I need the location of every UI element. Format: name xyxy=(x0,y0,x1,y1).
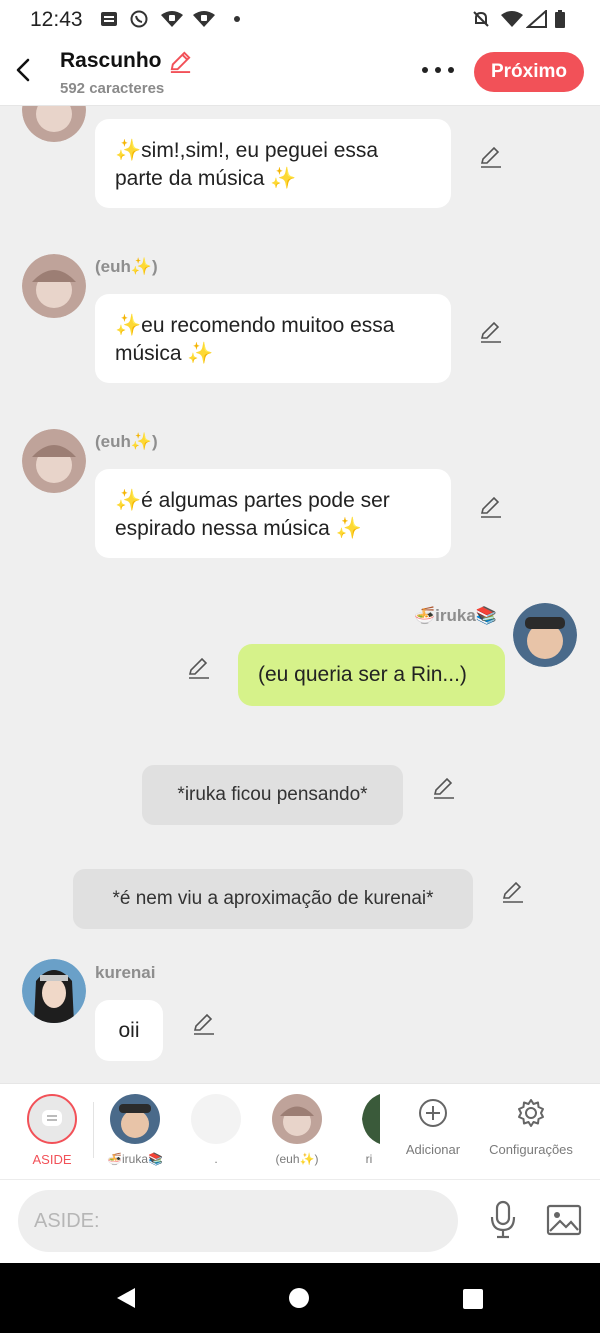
character-ri[interactable]: ri xyxy=(358,1084,380,1180)
edit-message-pencil-icon[interactable] xyxy=(478,494,504,520)
battery-icon xyxy=(555,10,565,28)
more-options-icon[interactable] xyxy=(420,60,456,80)
status-time: 12:43 xyxy=(30,8,83,31)
mute-icon xyxy=(473,11,489,27)
dot-icon xyxy=(234,16,240,22)
avatar-iruka-small xyxy=(110,1094,160,1144)
nav-home-icon[interactable] xyxy=(288,1287,310,1309)
avatar-iruka[interactable] xyxy=(513,603,577,667)
signal-icon xyxy=(526,10,547,28)
character-label: . xyxy=(214,1152,218,1166)
add-character-button[interactable]: Adicionar xyxy=(398,1084,468,1180)
status-bar: 12:43 xyxy=(0,0,600,40)
character-iruka[interactable]: 🍜iruka📚 xyxy=(100,1084,170,1180)
draft-title: Rascunho xyxy=(60,49,162,72)
edit-message-pencil-icon[interactable] xyxy=(478,144,504,170)
nav-back-icon[interactable] xyxy=(114,1286,138,1310)
gear-icon xyxy=(518,1099,544,1127)
wifi-icon xyxy=(501,11,523,27)
character-label: ri xyxy=(365,1152,373,1166)
sender-name: 🍜iruka📚 xyxy=(414,606,497,625)
edit-message-pencil-icon[interactable] xyxy=(500,879,526,905)
avatar-euh[interactable] xyxy=(22,254,86,318)
message-icon xyxy=(101,12,117,26)
narration-bubble[interactable]: *é nem viu a aproximação de kurenai* xyxy=(73,869,473,929)
message-text: (eu queria ser a Rin...) xyxy=(258,663,467,686)
avatar-kurenai[interactable] xyxy=(22,959,86,1023)
character-count: 592 caracteres xyxy=(60,80,165,97)
message-text-line: ✨eu recomendo muitoo essa xyxy=(115,314,395,337)
aside-tab[interactable]: ASIDE xyxy=(22,1084,82,1180)
message-text-line: ✨sim!,sim!, eu peguei essa xyxy=(115,139,379,162)
character-euh[interactable]: (euh✨) xyxy=(262,1084,332,1180)
message-text: oii xyxy=(118,1019,140,1042)
aside-icon-ring xyxy=(27,1094,77,1144)
message-bubble[interactable]: ✨eu recomendo muitoo essa música ✨ xyxy=(95,294,451,383)
sender-name: (euh✨) xyxy=(95,257,158,276)
whatsapp-icon xyxy=(130,10,148,28)
top-app-bar: Rascunho 592 caracteres Próximo xyxy=(0,40,600,106)
vpn-wifi-icon-2 xyxy=(193,11,215,27)
system-navigation-bar xyxy=(0,1263,600,1333)
message-bubble[interactable]: ✨é algumas partes pode ser espirado ness… xyxy=(95,469,451,558)
character-blank[interactable]: . xyxy=(186,1084,246,1180)
message-text-line: espirado nessa música ✨ xyxy=(115,517,362,540)
edit-title-pencil-icon[interactable] xyxy=(168,49,193,74)
message-bubble[interactable]: ✨sim!,sim!, eu peguei essa parte da músi… xyxy=(95,119,451,208)
message-bubble[interactable]: oii xyxy=(95,1000,163,1061)
avatar-empty xyxy=(191,1094,241,1144)
edit-message-pencil-icon[interactable] xyxy=(431,775,457,801)
narration-bubble[interactable]: *iruka ficou pensando* xyxy=(142,765,403,825)
next-button[interactable]: Próximo xyxy=(474,52,584,92)
settings-label: Configurações xyxy=(489,1142,573,1157)
vpn-wifi-icon xyxy=(161,11,183,27)
avatar-euh-small xyxy=(272,1094,322,1144)
add-label: Adicionar xyxy=(405,1142,461,1157)
aside-label: ASIDE xyxy=(32,1152,72,1167)
aside-bubble-icon xyxy=(42,1110,62,1126)
character-label: 🍜iruka📚 xyxy=(107,1152,163,1166)
sender-name: (euh✨) xyxy=(95,432,158,451)
message-text-line: parte da música ✨ xyxy=(115,167,297,190)
edit-message-pencil-icon[interactable] xyxy=(191,1011,217,1037)
character-selector: ASIDE 🍜iruka📚 . (euh✨) ri Adicionar Conf… xyxy=(0,1083,600,1179)
message-composer xyxy=(0,1179,600,1263)
character-label: (euh✨) xyxy=(275,1152,319,1166)
edit-message-pencil-icon[interactable] xyxy=(478,319,504,345)
message-input[interactable] xyxy=(18,1190,458,1252)
avatar-euh[interactable] xyxy=(22,106,86,142)
image-icon[interactable] xyxy=(546,1204,582,1236)
divider xyxy=(93,1102,94,1158)
nav-recents-icon[interactable] xyxy=(462,1288,484,1310)
microphone-icon[interactable] xyxy=(488,1200,518,1240)
settings-button[interactable]: Configurações xyxy=(482,1084,580,1180)
chat-area: ✨sim!,sim!, eu peguei essa parte da músi… xyxy=(0,106,600,1083)
edit-message-pencil-icon[interactable] xyxy=(186,655,212,681)
message-text-line: música ✨ xyxy=(115,342,214,365)
back-arrow-icon[interactable] xyxy=(12,56,36,84)
avatar-ri-small xyxy=(362,1094,380,1144)
sender-name: kurenai xyxy=(95,963,156,982)
message-text-line: ✨é algumas partes pode ser xyxy=(115,489,390,512)
avatar-euh[interactable] xyxy=(22,429,86,493)
message-bubble-own[interactable]: (eu queria ser a Rin...) xyxy=(238,644,505,706)
add-circle-icon xyxy=(419,1099,447,1127)
